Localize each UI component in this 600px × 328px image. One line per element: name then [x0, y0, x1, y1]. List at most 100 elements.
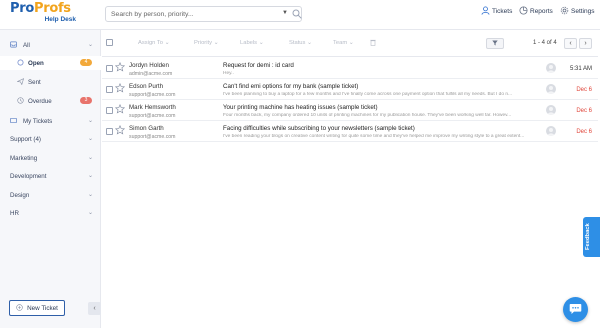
requester-email: support@acme.com — [129, 113, 176, 119]
new-ticket-label: New Ticket — [27, 304, 58, 312]
proprofs-logo[interactable]: ProProfs Help Desk — [10, 2, 76, 26]
labels-filter[interactable]: Labels ⌄ — [240, 40, 264, 46]
status-filter[interactable]: Status ⌄ — [289, 40, 312, 46]
new-ticket-button[interactable]: New Ticket — [9, 300, 65, 316]
star-icon[interactable] — [114, 124, 126, 137]
nav-reports[interactable]: Reports — [519, 6, 553, 17]
sidebar-group-development[interactable]: Development ⌄ — [0, 169, 101, 183]
filter-icon — [492, 40, 498, 48]
open-count-badge: 4 — [80, 59, 92, 66]
feedback-label: Feedback — [585, 223, 591, 250]
sidebar-item-label: Development — [10, 173, 47, 180]
chevron-right-icon: › — [584, 40, 587, 47]
sidebar-item-label: Open — [28, 60, 44, 67]
ticket-preview: Four months back, my company ordered 10 … — [223, 113, 512, 118]
chevron-down-icon[interactable]: ⌄ — [88, 135, 93, 142]
search-box[interactable]: ▼ — [105, 6, 302, 22]
prev-page-button[interactable]: ‹ — [564, 38, 577, 49]
reports-icon — [519, 6, 530, 17]
feedback-tab[interactable]: Feedback — [583, 217, 600, 257]
requester-name: Simon Garth — [129, 125, 164, 132]
sidebar-item-open[interactable]: Open 4 — [0, 56, 101, 70]
ticket-subject[interactable]: Can't find emi options for my bank (samp… — [223, 83, 358, 90]
chevron-left-icon: ‹ — [569, 40, 572, 47]
ticket-toolbar: Assign To ⌄ Priority ⌄ Labels ⌄ Status ⌄… — [102, 30, 598, 57]
delete-icon[interactable] — [370, 39, 376, 48]
ticket-preview: I've been planning to buy a laptop for a… — [223, 92, 513, 97]
send-icon — [16, 78, 25, 87]
chevron-down-icon[interactable]: ⌄ — [88, 41, 93, 48]
sidebar-item-label: Design — [10, 192, 30, 199]
pagination-info: 1 - 4 of 4 — [533, 40, 557, 46]
nav-settings-label: Settings — [571, 8, 595, 15]
ticket-icon — [10, 117, 17, 126]
search-dropdown-icon[interactable]: ▼ — [282, 10, 288, 16]
sidebar-item-all[interactable]: All ⌄ — [0, 38, 101, 52]
requester-email: support@acme.com — [129, 92, 176, 98]
ticket-row[interactable]: Mark Hemsworth support@acme.com Your pri… — [102, 100, 598, 121]
collapse-sidebar-button[interactable]: ‹ — [88, 302, 101, 315]
requester-name: Edson Purth — [129, 83, 164, 90]
ticket-row[interactable]: Edson Purth support@acme.com Can't find … — [102, 79, 598, 100]
ticket-date: 5:31 AM — [569, 66, 592, 72]
chevron-down-icon[interactable]: ⌄ — [88, 191, 93, 198]
avatar — [546, 63, 556, 73]
nav-settings[interactable]: Settings — [560, 6, 595, 17]
chevron-down-icon[interactable]: ⌄ — [88, 172, 93, 179]
requester-name: Mark Hemsworth — [129, 104, 176, 111]
sidebar-item-label: Overdue — [28, 98, 52, 105]
row-checkbox[interactable] — [106, 128, 113, 135]
ticket-row[interactable]: Jordyn Holden admin@acme.com Request for… — [102, 58, 598, 79]
row-checkbox[interactable] — [106, 107, 113, 114]
overdue-count-badge: 3 — [80, 97, 92, 104]
avatar — [546, 105, 556, 115]
chevron-down-icon[interactable]: ⌄ — [88, 209, 93, 216]
inbox-icon — [10, 41, 17, 50]
ticket-row[interactable]: Simon Garth support@acme.com Facing diff… — [102, 121, 598, 142]
sidebar: All ⌄ Open 4 Sent Overdue 3 My Tickets ⌄… — [0, 30, 101, 328]
select-all-checkbox[interactable] — [106, 39, 113, 46]
app-header: ProProfs Help Desk ▼ Tickets Reports Set… — [0, 0, 600, 30]
filter-button[interactable] — [486, 38, 504, 49]
plus-circle-icon — [16, 303, 23, 313]
avatar — [546, 84, 556, 94]
ticket-preview: Hey.. — [223, 71, 234, 76]
next-page-button[interactable]: › — [579, 38, 592, 49]
ticket-subject[interactable]: Facing difficulties while subscribing to… — [223, 125, 415, 132]
sidebar-item-my-tickets[interactable]: My Tickets ⌄ — [0, 114, 101, 128]
chevron-down-icon[interactable]: ⌄ — [88, 117, 93, 124]
sidebar-group-design[interactable]: Design ⌄ — [0, 188, 101, 202]
search-input[interactable] — [111, 10, 271, 18]
nav-tickets[interactable]: Tickets — [481, 6, 512, 17]
search-icon[interactable] — [292, 9, 302, 21]
ticket-date: Dec 6 — [576, 108, 592, 114]
star-icon[interactable] — [114, 82, 126, 95]
chat-bubble-icon — [569, 303, 582, 317]
sidebar-item-label: Marketing — [10, 155, 38, 162]
logo-wordmark: ProProfs — [10, 1, 71, 16]
priority-filter[interactable]: Priority ⌄ — [194, 40, 219, 46]
row-checkbox[interactable] — [106, 65, 113, 72]
gear-icon — [560, 6, 571, 17]
nav-reports-label: Reports — [530, 8, 553, 15]
sidebar-item-sent[interactable]: Sent — [0, 75, 101, 89]
sidebar-item-overdue[interactable]: Overdue 3 — [0, 94, 101, 108]
sidebar-group-marketing[interactable]: Marketing ⌄ — [0, 151, 101, 165]
chat-button[interactable] — [563, 297, 588, 322]
star-icon[interactable] — [114, 61, 126, 74]
requester-email: support@acme.com — [129, 134, 176, 140]
team-filter[interactable]: Team ⌄ — [333, 40, 354, 46]
open-icon — [17, 59, 24, 68]
star-icon[interactable] — [114, 103, 126, 116]
sidebar-group-hr[interactable]: HR ⌄ — [0, 206, 101, 220]
clock-icon — [17, 97, 24, 106]
sidebar-group-support[interactable]: Support (4) ⌄ — [0, 132, 101, 146]
assign-to-filter[interactable]: Assign To ⌄ — [138, 40, 170, 46]
chevron-down-icon[interactable]: ⌄ — [88, 154, 93, 161]
ticket-subject[interactable]: Your printing machine has heating issues… — [223, 104, 378, 111]
sidebar-item-label: All — [23, 42, 30, 49]
sidebar-item-label: HR — [10, 210, 19, 217]
requester-email: admin@acme.com — [129, 71, 173, 77]
row-checkbox[interactable] — [106, 86, 113, 93]
ticket-subject[interactable]: Request for demi : id card — [223, 62, 294, 69]
